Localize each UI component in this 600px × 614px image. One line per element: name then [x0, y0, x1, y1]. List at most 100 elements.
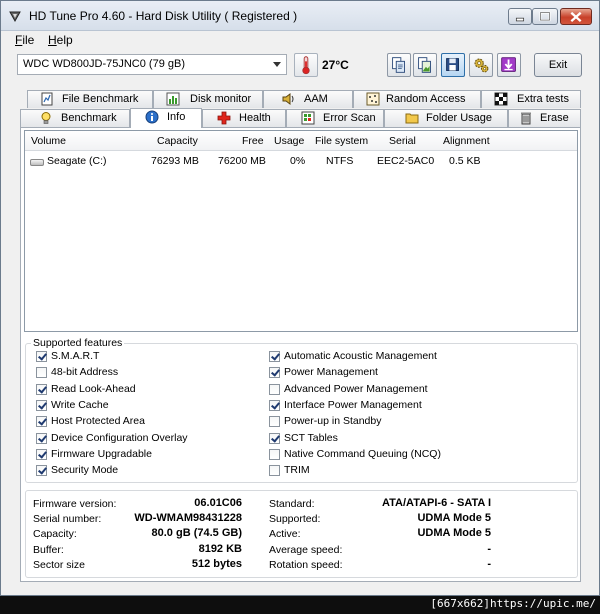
- feature-label: Firmware Upgradable: [51, 447, 152, 460]
- menu-bar: File Help: [1, 31, 599, 49]
- tab-error-scan[interactable]: Error Scan: [286, 109, 384, 127]
- feature-checkbox: [269, 448, 280, 460]
- info-value: -: [487, 542, 491, 555]
- download-arrow-icon: [501, 57, 516, 72]
- file-benchmark-icon: [41, 92, 53, 106]
- copy-text-icon: [392, 57, 405, 73]
- tab-label: File Benchmark: [62, 93, 139, 105]
- info-value: 8192 KB: [198, 542, 242, 555]
- table-row[interactable]: Seagate (C:) 76293 MB 76200 MB 0% NTFS E…: [25, 151, 577, 169]
- supported-features-title: Supported features: [31, 337, 125, 349]
- title-bar[interactable]: HD Tune Pro 4.60 - Hard Disk Utility ( R…: [1, 1, 599, 31]
- feature-label: Power-up in Standby: [284, 415, 382, 428]
- save-button[interactable]: [441, 53, 465, 77]
- info-value: 512 bytes: [191, 557, 242, 570]
- info-label: Serial number:: [33, 513, 102, 526]
- feature-label: Automatic Acoustic Management: [284, 350, 437, 362]
- flag-icon: [494, 92, 508, 106]
- feature-checkbox: [269, 351, 280, 362]
- feature-label: TRIM: [284, 464, 310, 477]
- info-value: UDMA Mode 5: [417, 527, 491, 540]
- feature-label: SCT Tables: [284, 431, 338, 444]
- tab-random-access[interactable]: Random Access: [353, 90, 481, 108]
- feature-label: Read Look-Ahead: [51, 382, 136, 395]
- tab-aam[interactable]: AAM: [263, 90, 353, 108]
- feature-label: Native Command Queuing (NCQ): [284, 447, 441, 460]
- info-label: Buffer:: [33, 543, 64, 556]
- feature-label: Write Cache: [51, 398, 109, 411]
- volume-alignment: 0.5 KB: [449, 155, 481, 167]
- exit-button[interactable]: Exit: [534, 53, 582, 77]
- feature-checkbox: [36, 399, 47, 411]
- maximize-button[interactable]: [532, 8, 558, 25]
- options-button[interactable]: [469, 53, 493, 77]
- download-button[interactable]: [497, 53, 521, 77]
- drive-select[interactable]: WDC WD800JD-75JNC0 (79 gB): [17, 54, 287, 75]
- tab-erase[interactable]: Erase: [508, 109, 581, 127]
- disk-monitor-icon: [166, 92, 180, 106]
- temperature-button[interactable]: [294, 53, 318, 77]
- column-header-usage[interactable]: Usage: [274, 135, 304, 147]
- folder-icon: [405, 113, 419, 124]
- info-label: Rotation speed:: [269, 558, 343, 571]
- feature-checkbox: [36, 367, 47, 379]
- column-header-volume[interactable]: Volume: [31, 135, 66, 147]
- volume-list[interactable]: Volume Capacity Free Usage File system S…: [24, 130, 578, 332]
- copy-image-icon: [418, 57, 431, 73]
- gears-icon: [474, 58, 489, 73]
- column-header-free[interactable]: Free: [242, 135, 264, 147]
- volume-serial: EEC2-5AC0: [377, 155, 435, 167]
- info-label: Capacity:: [33, 528, 77, 541]
- tab-extra-tests[interactable]: Extra tests: [481, 90, 581, 108]
- feature-checkbox: [36, 416, 47, 428]
- info-label: Average speed:: [269, 543, 343, 556]
- copy-screenshot-button[interactable]: [413, 53, 437, 77]
- feature-checkbox: [36, 448, 47, 460]
- volume-filesystem: NTFS: [326, 155, 354, 167]
- volume-capacity: 76293 MB: [151, 155, 199, 167]
- tab-file-benchmark[interactable]: File Benchmark: [27, 90, 153, 108]
- column-header-capacity[interactable]: Capacity: [157, 135, 198, 147]
- info-value: WD-WMAM98431228: [134, 512, 242, 525]
- tab-label: Info: [167, 111, 186, 123]
- close-button[interactable]: [560, 8, 592, 25]
- feature-checkbox: [269, 432, 280, 444]
- tab-label: Extra tests: [517, 93, 569, 105]
- volume-list-header: Volume Capacity Free Usage File system S…: [25, 131, 577, 151]
- volume-free: 76200 MB: [218, 155, 266, 167]
- info-icon: [145, 110, 159, 124]
- column-header-file-system[interactable]: File system: [315, 135, 368, 147]
- minimize-button[interactable]: [508, 8, 532, 25]
- menu-help[interactable]: Help: [48, 33, 73, 47]
- tab-disk-monitor[interactable]: Disk monitor: [153, 90, 263, 108]
- info-label: Sector size: [33, 558, 85, 571]
- floppy-disk-icon: [446, 58, 459, 71]
- tab-benchmark[interactable]: Benchmark: [20, 109, 130, 127]
- minimize-icon: [515, 17, 525, 22]
- tab-label: Erase: [540, 112, 569, 124]
- tab-health[interactable]: Health: [202, 109, 286, 127]
- app-window: HD Tune Pro 4.60 - Hard Disk Utility ( R…: [0, 0, 600, 596]
- column-header-alignment[interactable]: Alignment: [443, 135, 490, 147]
- health-cross-icon: [217, 111, 231, 125]
- feature-label: Host Protected Area: [51, 415, 145, 428]
- tab-info[interactable]: Info: [130, 108, 202, 128]
- tab-label: Folder Usage: [426, 112, 493, 124]
- tab-label: Disk monitor: [190, 93, 252, 105]
- tab-folder-usage[interactable]: Folder Usage: [384, 109, 508, 127]
- info-value: 80.0 gB (74.5 GB): [151, 527, 242, 540]
- volume-usage: 0%: [290, 155, 306, 167]
- feature-label: Advanced Power Management: [284, 382, 428, 395]
- speaker-icon: [282, 93, 294, 105]
- info-value: UDMA Mode 5: [417, 512, 491, 525]
- info-value: ATA/ATAPI-6 - SATA I: [382, 497, 491, 509]
- column-header-serial[interactable]: Serial: [389, 135, 416, 147]
- close-icon: [570, 11, 582, 23]
- app-logo-icon: [9, 11, 21, 23]
- supported-features-group: [25, 343, 578, 483]
- feature-checkbox: [36, 351, 47, 362]
- lightbulb-icon: [41, 112, 51, 124]
- info-label: Supported:: [269, 513, 321, 526]
- menu-file[interactable]: File: [15, 33, 34, 47]
- copy-text-button[interactable]: [387, 53, 411, 77]
